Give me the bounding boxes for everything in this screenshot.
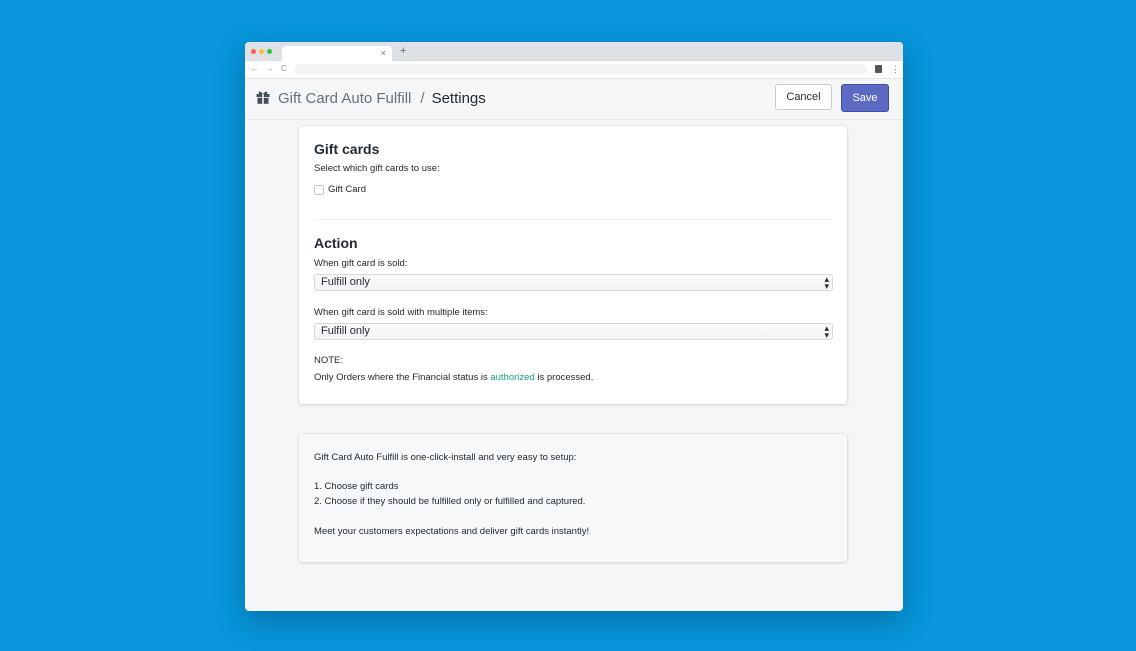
info-step-1: 1. Choose gift cards xyxy=(314,481,399,492)
page-title: Settings xyxy=(431,90,486,107)
gift-cards-title: Gift cards xyxy=(314,141,380,157)
breadcrumb: Gift Card Auto Fulfill / Settings xyxy=(278,90,486,108)
select-arrows-icon: ▴ ▾ xyxy=(824,274,829,291)
tab-close-icon[interactable]: × xyxy=(381,47,386,60)
address-bar: ← → C ⋮ xyxy=(245,61,903,79)
close-window-dot[interactable] xyxy=(251,49,256,54)
gift-cards-instruction: Select which gift cards to use: xyxy=(314,163,440,174)
browser-tab[interactable]: × xyxy=(282,46,392,61)
tab-bar: × + xyxy=(245,42,903,61)
section-divider xyxy=(314,219,832,220)
gift-card-option-label[interactable]: Gift Card xyxy=(328,184,366,196)
gift-card-checkbox[interactable] xyxy=(314,185,324,195)
info-step-2: 2. Choose if they should be fulfilled on… xyxy=(314,496,586,507)
save-button[interactable]: Save xyxy=(841,84,889,112)
profile-icon[interactable] xyxy=(875,65,882,73)
maximize-window-dot[interactable] xyxy=(267,49,272,54)
browser-menu-icon[interactable]: ⋮ xyxy=(891,63,900,75)
back-icon[interactable]: ← xyxy=(251,63,259,75)
select-arrows-icon: ▴ ▾ xyxy=(824,323,829,340)
note-prefix: Only Orders where the Financial status i… xyxy=(314,372,491,383)
sold-action-value: Fulfill only xyxy=(321,276,370,288)
note-text: Only Orders where the Financial status i… xyxy=(314,372,593,384)
note-heading: NOTE: xyxy=(314,355,344,366)
multi-label: When gift card is sold with multiple ite… xyxy=(314,307,488,318)
url-field[interactable] xyxy=(295,64,867,75)
reload-icon[interactable]: C xyxy=(281,63,287,75)
breadcrumb-separator: / xyxy=(420,90,425,107)
sold-action-select[interactable]: Fulfill only ▴ ▾ xyxy=(314,274,833,291)
app-header: Gift Card Auto Fulfill / Settings Cancel S… xyxy=(245,79,903,120)
settings-card: Gift cards Select which gift cards to us… xyxy=(299,126,847,404)
multi-action-value: Fulfill only xyxy=(321,325,370,337)
cancel-button[interactable]: Cancel xyxy=(775,84,832,110)
action-title: Action xyxy=(314,235,358,251)
breadcrumb-app-link[interactable]: Gift Card Auto Fulfill xyxy=(278,90,411,107)
authorized-link[interactable]: authorized xyxy=(490,372,534,383)
sold-label: When gift card is sold: xyxy=(314,258,408,269)
info-outro: Meet your customers expectations and del… xyxy=(314,526,590,537)
minimize-window-dot[interactable] xyxy=(259,49,264,54)
browser-window: × + ← → C ⋮ Gift Card Auto Fulfill / Setti… xyxy=(245,42,903,611)
gift-icon xyxy=(256,91,270,104)
info-intro: Gift Card Auto Fulfill is one-click-inst… xyxy=(314,452,577,463)
info-card: Gift Card Auto Fulfill is one-click-inst… xyxy=(299,434,847,562)
note-suffix: is processed. xyxy=(534,372,594,383)
forward-icon[interactable]: → xyxy=(266,63,274,75)
new-tab-icon[interactable]: + xyxy=(400,45,406,58)
multi-action-select[interactable]: Fulfill only ▴ ▾ xyxy=(314,323,833,340)
